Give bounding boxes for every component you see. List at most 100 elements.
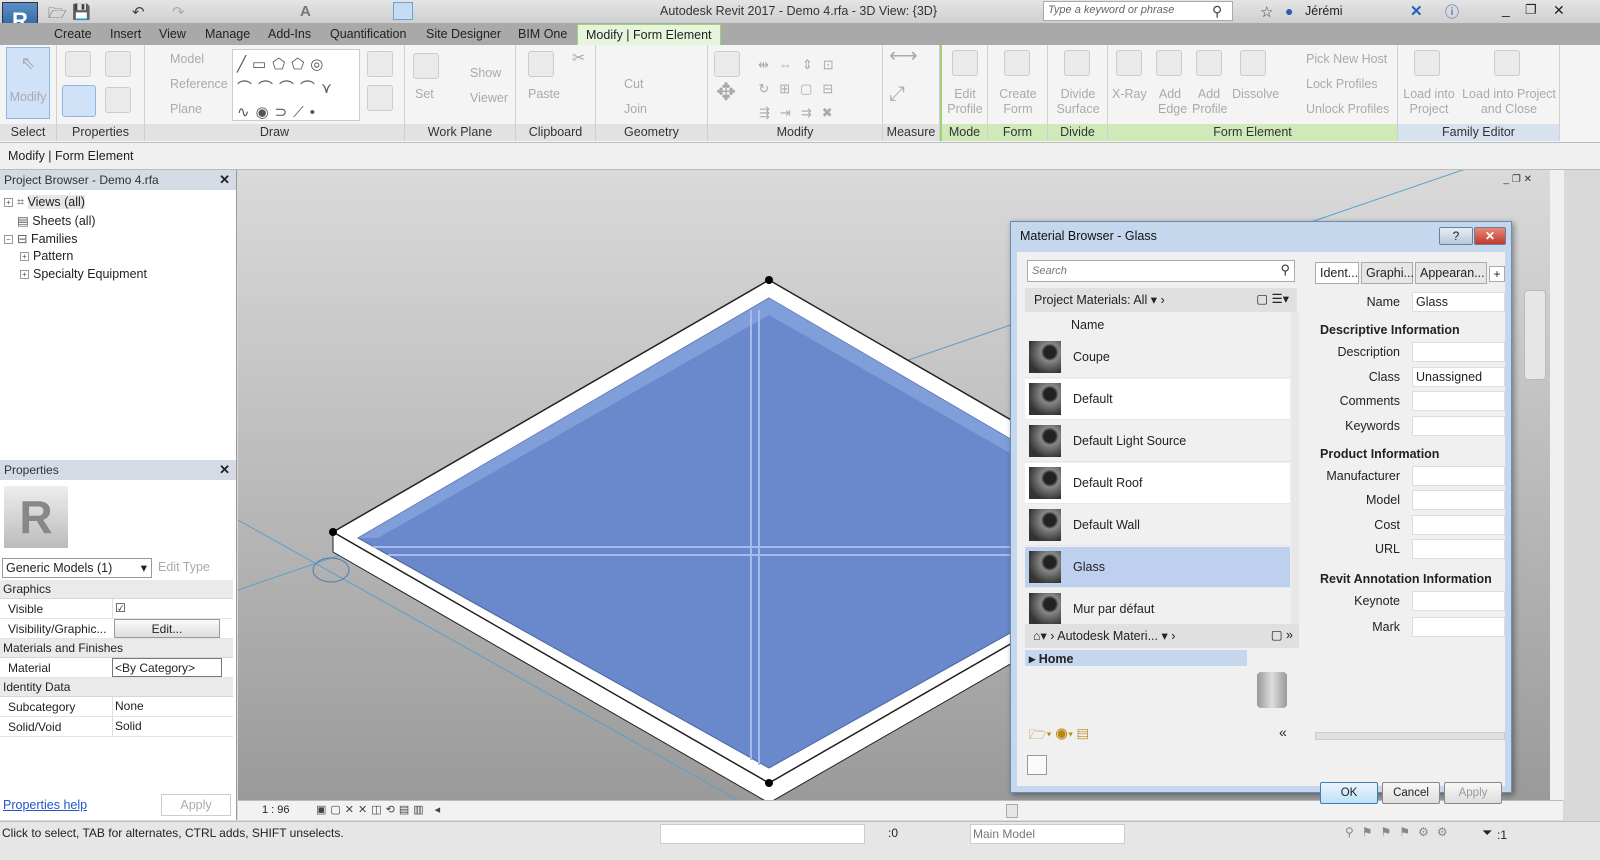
text-icon[interactable]: A xyxy=(300,3,311,20)
tab-bim-one[interactable]: BIM One xyxy=(518,27,567,41)
add-profile-button[interactable]: Add Profile xyxy=(1192,87,1227,117)
family-types-icon[interactable] xyxy=(105,51,131,77)
unlock-profiles-button[interactable]: Unlock Profiles xyxy=(1306,102,1389,117)
draw-shapes-gallery[interactable]: ╱▭⬠⬠◎ ⌒⌒⌒⌒⋎ ∿◉⊃⟋• xyxy=(232,49,360,121)
material-row[interactable]: Default Light Source xyxy=(1025,421,1290,462)
restore-button[interactable]: ❐ xyxy=(1525,2,1537,18)
section-descriptive-information[interactable]: Descriptive Information xyxy=(1320,323,1460,337)
align-icon[interactable] xyxy=(714,51,740,77)
view-options-icon[interactable]: ▢ ☰▾ xyxy=(1256,291,1289,306)
properties-toggle-icon[interactable] xyxy=(62,85,96,117)
group-graphics[interactable]: Graphics xyxy=(0,580,233,599)
model-line-button[interactable]: Model xyxy=(170,52,204,67)
asset-browser-icon[interactable] xyxy=(1027,755,1047,775)
edit-profile-icon[interactable] xyxy=(952,50,978,76)
class-field[interactable]: Unassigned xyxy=(1412,367,1505,387)
close-button[interactable]: ✕ xyxy=(1474,227,1506,245)
xray-button[interactable]: X-Ray xyxy=(1112,87,1147,102)
project-materials-filter[interactable]: Project Materials: All ▾ › ▢ ☰▾ xyxy=(1025,288,1297,312)
thin-lines-icon[interactable] xyxy=(393,2,413,20)
manufacturer-field[interactable] xyxy=(1412,466,1505,486)
paste-icon[interactable] xyxy=(528,51,554,77)
undo-icon[interactable]: ↶ xyxy=(132,3,145,21)
apply-button[interactable]: Apply xyxy=(161,794,231,816)
add-edge-icon[interactable] xyxy=(1156,50,1182,76)
load-into-project-and-close-button[interactable]: Load into Project and Close xyxy=(1460,87,1558,117)
dissolve-icon[interactable] xyxy=(1240,50,1266,76)
section-revit-annotation-information[interactable]: Revit Annotation Information xyxy=(1320,572,1492,586)
tab-graphics[interactable]: Graphi... xyxy=(1361,262,1414,284)
tree-item-sheets[interactable]: ▤ Sheets (all) xyxy=(17,213,96,228)
library-asset-thumbnail[interactable] xyxy=(1257,672,1287,708)
pick-new-host-button[interactable]: Pick New Host xyxy=(1306,52,1387,67)
tree-item-views[interactable]: + ⌗ Views (all) xyxy=(4,195,85,210)
view-window-controls[interactable]: _ ❐ ✕ xyxy=(1504,174,1532,185)
add-edge-button[interactable]: Add Edge xyxy=(1158,87,1187,117)
keynote-field[interactable] xyxy=(1412,591,1505,611)
type-selector-dropdown[interactable]: Generic Models (1) ▾ xyxy=(2,558,152,578)
keywords-field[interactable] xyxy=(1412,416,1505,436)
join-geometry-button[interactable]: Join xyxy=(624,102,647,117)
group-materials-and-finishes[interactable]: Materials and Finishes xyxy=(0,639,233,658)
favorites-star-icon[interactable]: ☆ xyxy=(1260,3,1273,21)
tab-view[interactable]: View xyxy=(159,27,186,41)
tree-item-specialty-equipment[interactable]: + Specialty Equipment xyxy=(20,267,147,281)
pick-lines-icon[interactable] xyxy=(367,51,393,77)
view-control-icons[interactable]: ▣▢✕✕◫⟲▤▥ ◂ xyxy=(316,803,444,816)
help-button[interactable]: ? xyxy=(1439,227,1473,245)
keyword-search-input[interactable]: Type a keyword or phrase xyxy=(1043,1,1233,21)
add-profile-icon[interactable] xyxy=(1196,50,1222,76)
close-icon[interactable]: ✕ xyxy=(219,172,230,188)
cut-scissors-icon[interactable]: ✂ xyxy=(572,51,585,67)
material-row[interactable]: Default Roof xyxy=(1025,463,1290,504)
create-form-button[interactable]: Create Form xyxy=(992,87,1044,117)
binoculars-icon[interactable]: ⚲ xyxy=(1212,3,1222,20)
select-dropdown[interactable]: Select xyxy=(0,124,56,141)
name-column-header[interactable]: Name xyxy=(1071,318,1104,332)
tab-appearance[interactable]: Appearan... xyxy=(1415,262,1487,284)
material-row[interactable]: Coupe xyxy=(1025,337,1290,378)
material-row-selected[interactable]: Glass xyxy=(1025,547,1290,588)
library-bar[interactable]: ⌂▾ › Autodesk Materi... ▾ › ▢ » xyxy=(1025,624,1299,648)
family-category-icon[interactable] xyxy=(105,87,131,113)
visible-checkbox[interactable]: ☑ xyxy=(112,599,222,618)
workset-dropdown[interactable] xyxy=(660,824,865,844)
modify-button[interactable]: ⇖ Modify xyxy=(6,47,50,119)
tab-insert[interactable]: Insert xyxy=(110,27,141,41)
group-identity-data[interactable]: Identity Data xyxy=(0,678,233,697)
tab-create[interactable]: Create xyxy=(54,27,92,41)
load-into-project-button[interactable]: Load into Project xyxy=(1402,87,1456,117)
tree-item-families[interactable]: − ⊟ Families xyxy=(4,231,78,246)
library-home-item[interactable]: ▸ Home xyxy=(1025,650,1247,666)
properties-horizontal-scrollbar[interactable] xyxy=(1315,732,1505,740)
home-icon[interactable]: ⌂▾ › xyxy=(1033,629,1057,643)
close-button[interactable]: ✕ xyxy=(1553,2,1565,19)
tab-site-designer[interactable]: Site Designer xyxy=(426,27,501,41)
help-icon[interactable]: ⓘ xyxy=(1445,2,1459,22)
modify-tools-icons[interactable]: ⇹⇔⇕⊡ ↻⊞▢⊟ ⇶⇥⇉✖ xyxy=(758,53,844,125)
material-toolbar-icons[interactable]: 🗁▾ ◉▾ ▤ xyxy=(1029,724,1089,748)
reference-plane-button[interactable]: Plane xyxy=(170,102,202,117)
properties-help-link[interactable]: Properties help xyxy=(3,798,87,812)
material-row[interactable]: Default Wall xyxy=(1025,505,1290,546)
create-form-icon[interactable] xyxy=(1004,50,1030,76)
redo-icon[interactable]: ↷ xyxy=(172,3,185,21)
tab-manage[interactable]: Manage xyxy=(205,27,250,41)
apply-button[interactable]: Apply xyxy=(1444,782,1502,804)
paste-button[interactable]: Paste xyxy=(528,87,560,102)
add-asset-button[interactable]: + xyxy=(1489,266,1505,282)
divide-surface-icon[interactable] xyxy=(1064,50,1090,76)
library-view-icon[interactable]: ▢ » xyxy=(1271,627,1293,642)
visibility-edit-button[interactable]: Edit... xyxy=(114,619,220,638)
collapse-library-icon[interactable]: « xyxy=(1279,724,1287,740)
divide-surface-button[interactable]: Divide Surface xyxy=(1052,87,1104,117)
viewer-button[interactable]: Viewer xyxy=(470,91,508,106)
save-icon[interactable]: 💾 xyxy=(72,3,91,21)
tab-quantification[interactable]: Quantification xyxy=(330,27,406,41)
library-dropdown[interactable]: Autodesk Materi... xyxy=(1057,629,1158,643)
close-icon[interactable]: ✕ xyxy=(219,462,230,478)
vertical-scrollbar[interactable] xyxy=(1550,170,1564,800)
subcategory-field[interactable]: None xyxy=(112,697,222,716)
horizontal-scroll-thumb[interactable] xyxy=(1006,804,1018,818)
model-field[interactable] xyxy=(1412,490,1505,510)
